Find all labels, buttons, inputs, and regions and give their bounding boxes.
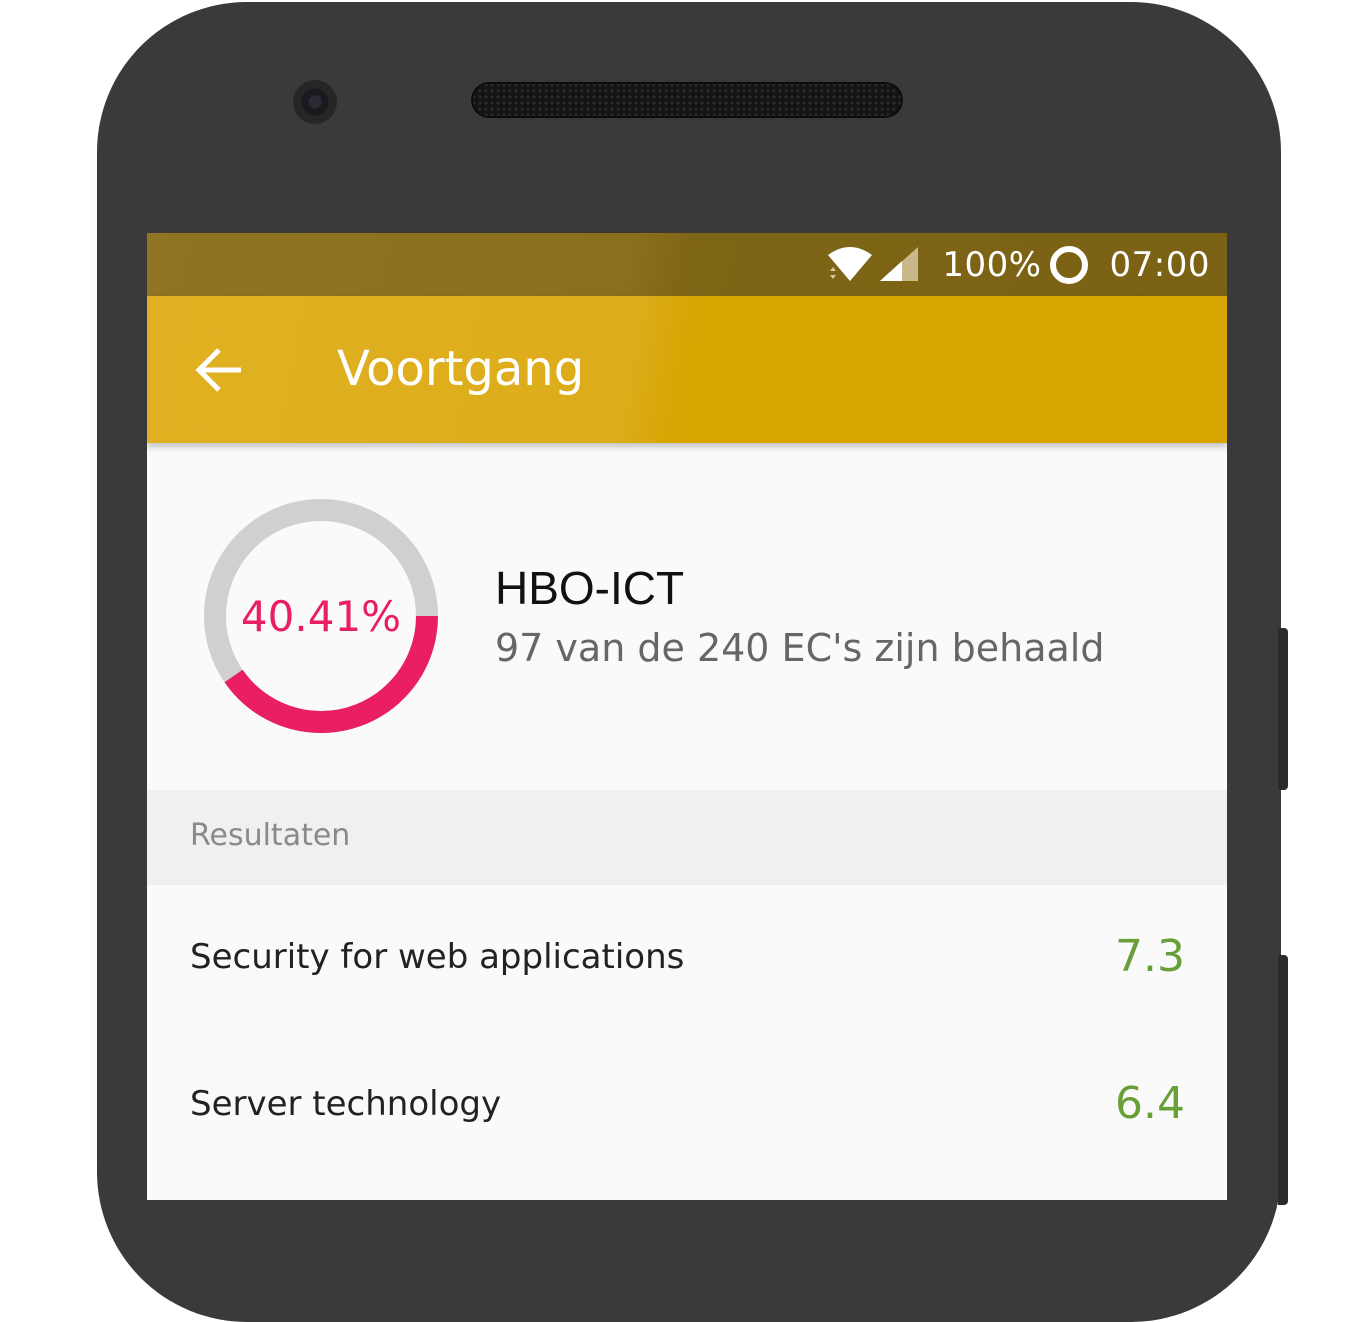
arrow-back-icon[interactable] <box>195 346 245 394</box>
progress-summary: 40.41% HBO-ICT 97 van de 240 EC's zijn b… <box>147 443 1227 790</box>
screen: 100% 07:00 Voortgang 40.41% HBO-ICT 97 v… <box>147 233 1227 1200</box>
power-button <box>1278 628 1288 790</box>
course-grade: 7.3 <box>1115 931 1185 982</box>
earpiece-speaker <box>471 82 903 118</box>
volume-button <box>1278 955 1288 1205</box>
section-label: Resultaten <box>190 818 351 853</box>
results-section-header: Resultaten <box>147 790 1227 885</box>
app-bar: Voortgang <box>147 296 1227 443</box>
course-name: Security for web applications <box>190 937 685 977</box>
progress-percentage: 40.41% <box>240 591 402 641</box>
battery-percentage: 100% <box>942 244 1042 285</box>
program-name: HBO-ICT <box>495 562 685 614</box>
front-camera <box>293 80 337 124</box>
result-row[interactable]: Security for web applications 7.3 <box>147 885 1227 1032</box>
status-bar: 100% 07:00 <box>147 233 1227 296</box>
result-row[interactable]: Server technology 6.4 <box>147 1032 1227 1179</box>
page-title: Voortgang <box>337 341 585 397</box>
course-grade: 6.4 <box>1115 1078 1185 1129</box>
course-name: Server technology <box>190 1084 502 1124</box>
signal-icon <box>880 246 919 281</box>
wifi-icon <box>828 246 873 281</box>
battery-ring-icon <box>1049 245 1088 284</box>
clock: 07:00 <box>1109 244 1210 285</box>
credits-progress-text: 97 van de 240 EC's zijn behaald <box>495 626 1105 670</box>
